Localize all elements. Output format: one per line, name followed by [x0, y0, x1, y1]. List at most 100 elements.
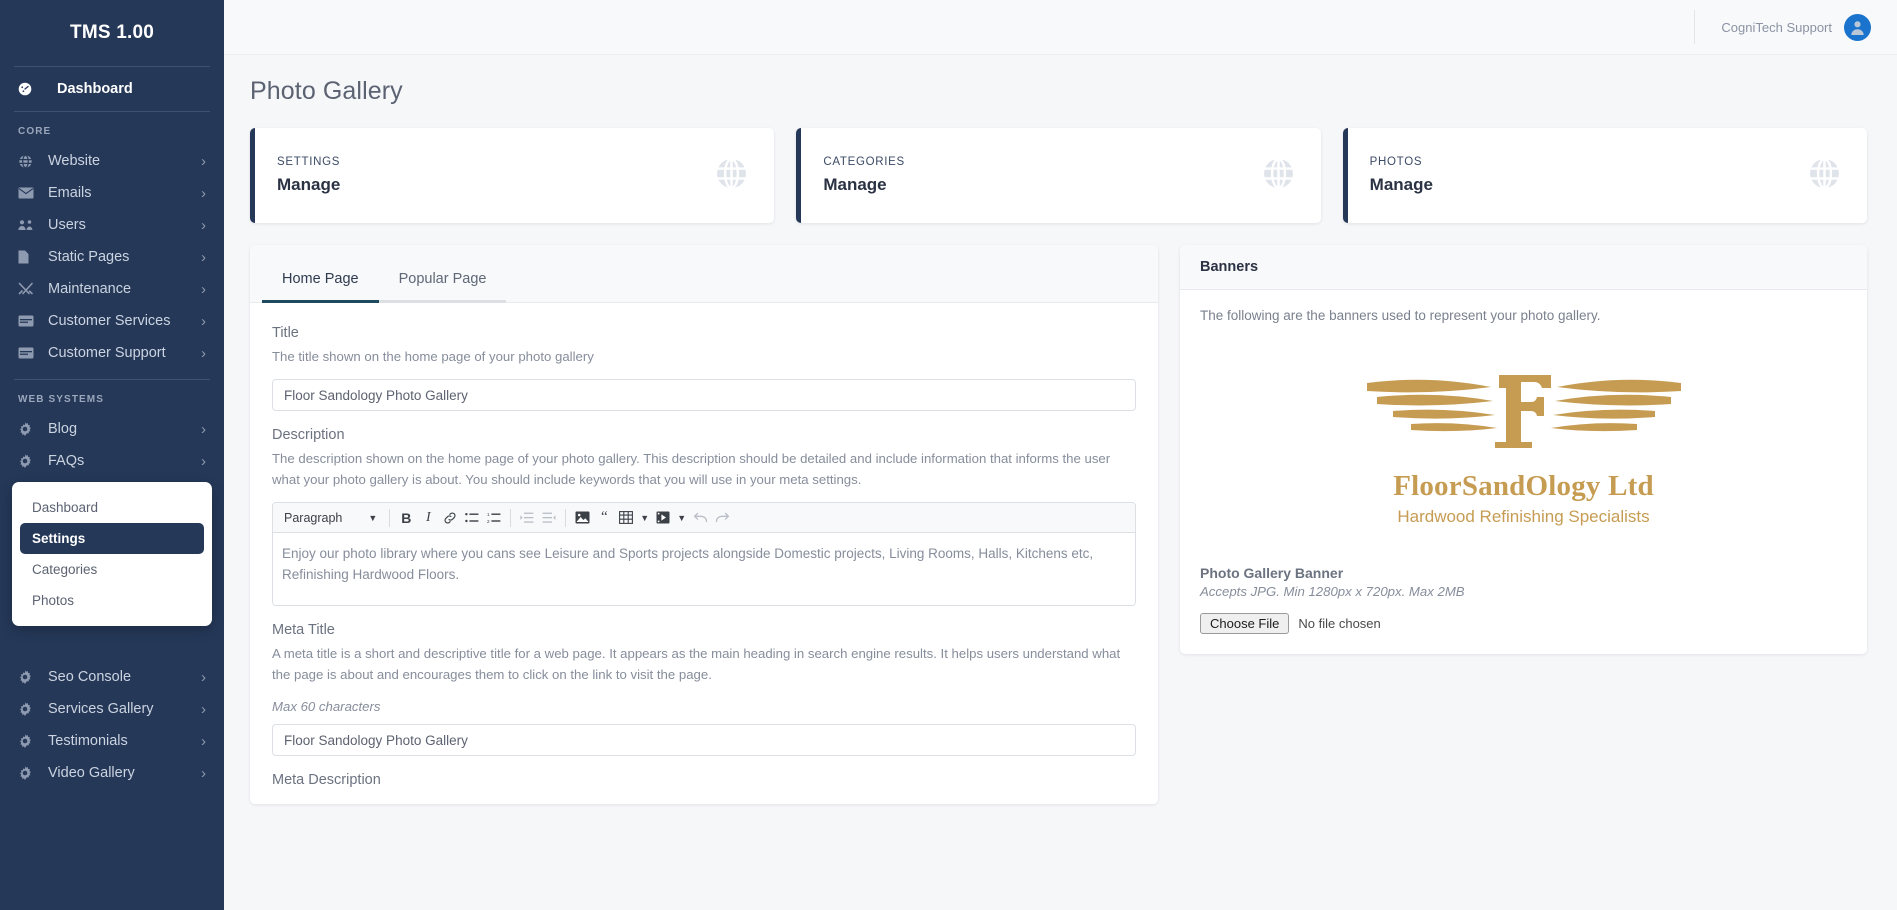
banner-preview-image: FloorSandOlogy Ltd Hardwood Refinishing … [1200, 341, 1847, 547]
sidebar-item-blog[interactable]: Blog › [0, 413, 224, 445]
sidebar-item-video-gallery[interactable]: Video Gallery › [0, 757, 224, 789]
users-icon [18, 219, 38, 231]
tab-bar: Home Page Popular Page [250, 245, 1158, 303]
chevron-right-icon: › [201, 732, 206, 750]
sidebar-label-emails: Emails [48, 185, 92, 201]
chevron-right-icon: › [201, 280, 206, 298]
paragraph-style-select[interactable]: Paragraph ▼ [277, 507, 384, 529]
sidebar-item-static-pages[interactable]: Static Pages › [0, 241, 224, 273]
meta-title-note: Max 60 characters [272, 699, 381, 715]
speedometer-icon [18, 82, 38, 96]
chevron-right-icon: › [201, 420, 206, 438]
card-categories[interactable]: CATEGORIES Manage [796, 128, 1321, 223]
banner-tagline: Hardwood Refinishing Specialists [1397, 507, 1650, 526]
choose-file-button[interactable]: Choose File [1200, 613, 1290, 634]
sidebar-item-seo-console[interactable]: Seo Console › [0, 661, 224, 693]
outdent-icon[interactable] [538, 507, 560, 529]
banners-body: The following are the banners used to re… [1180, 290, 1867, 654]
link-icon[interactable] [439, 507, 461, 529]
submenu-item-photos[interactable]: Photos [20, 585, 204, 616]
blockquote-icon[interactable]: “ [593, 507, 615, 529]
submenu-item-categories[interactable]: Categories [20, 554, 204, 585]
redo-icon[interactable] [711, 507, 733, 529]
globe-icon [18, 154, 38, 169]
stat-cards: SETTINGS Manage CATEGORIES Manage PHOTOS… [250, 128, 1867, 223]
app-root: TMS 1.00 Dashboard CORE Website › Emails… [0, 0, 1897, 910]
gear-icon [18, 422, 38, 436]
globe-icon [715, 157, 748, 195]
sidebar-label-faqs: FAQs [48, 453, 85, 469]
sidebar-label-customer-support: Customer Support [48, 345, 166, 361]
tab-home-page[interactable]: Home Page [262, 245, 379, 303]
sidebar-item-dashboard[interactable]: Dashboard [0, 67, 224, 111]
chevron-right-icon: › [201, 152, 206, 170]
sidebar-item-testimonials[interactable]: Testimonials › [0, 725, 224, 757]
sidebar-item-services-gallery[interactable]: Services Gallery › [0, 693, 224, 725]
window-icon [18, 315, 38, 327]
rich-text-editor: Paragraph ▼ B I 1 2 “ ▼ ▼ Enjoy our phot… [272, 502, 1136, 607]
title-input[interactable] [272, 379, 1136, 412]
card-settings-kicker: SETTINGS [277, 156, 341, 168]
window-icon [18, 347, 38, 359]
avatar[interactable] [1844, 13, 1871, 41]
sidebar-item-customer-services[interactable]: Customer Services › [0, 305, 224, 337]
settings-panel: Home Page Popular Page Title The title s… [250, 245, 1158, 805]
sidebar-label-maintenance: Maintenance [48, 281, 132, 297]
meta-title-input[interactable] [272, 724, 1136, 757]
banners-panel: Banners The following are the banners us… [1180, 245, 1867, 654]
card-categories-value: Manage [823, 175, 887, 194]
numbered-list-icon[interactable]: 12 [483, 507, 505, 529]
winged-f-logo-icon [1366, 375, 1681, 448]
chevron-right-icon: › [201, 764, 206, 782]
sidebar-item-maintenance[interactable]: Maintenance › [0, 273, 224, 305]
sidebar-item-faqs[interactable]: FAQs › [0, 445, 224, 477]
tab-popular-page[interactable]: Popular Page [378, 245, 507, 303]
banner-wordmark: FloorSandOlogy Ltd [1393, 470, 1654, 502]
media-icon[interactable] [652, 507, 674, 529]
sidebar-section-web-systems: WEB SYSTEMS [18, 394, 104, 405]
indent-icon[interactable] [516, 507, 538, 529]
sidebar-dashboard-label: Dashboard [57, 81, 133, 97]
title-label: Title [272, 325, 299, 341]
card-photos[interactable]: PHOTOS Manage [1342, 128, 1867, 223]
toolbar-separator [389, 508, 391, 527]
chevron-right-icon: › [201, 248, 206, 266]
file-upload-row[interactable]: Choose File No file chosen [1200, 613, 1847, 634]
field-description: Description The description shown on the… [272, 427, 1136, 607]
meta-title-help: A meta title is a short and descriptive … [272, 646, 1121, 682]
title-help: The title shown on the home page of your… [272, 349, 594, 364]
table-icon[interactable] [615, 507, 637, 529]
tools-icon [18, 282, 38, 296]
topbar: CogniTech Support [224, 0, 1897, 55]
gear-icon [18, 766, 38, 780]
chevron-down-icon[interactable]: ▼ [674, 513, 689, 523]
sidebar-item-website[interactable]: Website › [0, 145, 224, 177]
sidebar-item-emails[interactable]: Emails › [0, 177, 224, 209]
sidebar-label-seo-console: Seo Console [48, 669, 132, 685]
chevron-down-icon: ▼ [368, 512, 378, 523]
gear-icon [18, 734, 38, 748]
sidebar-item-customer-support[interactable]: Customer Support › [0, 337, 224, 369]
submenu-item-dashboard[interactable]: Dashboard [20, 492, 204, 523]
bold-icon[interactable]: B [395, 507, 417, 529]
sidebar-label-users: Users [48, 217, 86, 233]
sidebar-item-users[interactable]: Users › [0, 209, 224, 241]
chevron-down-icon[interactable]: ▼ [637, 513, 652, 523]
photo-gallery-submenu: Dashboard Settings Categories Photos [12, 482, 212, 626]
card-categories-text: CATEGORIES Manage [823, 156, 905, 195]
chevron-right-icon: › [201, 344, 206, 362]
image-icon[interactable] [571, 507, 593, 529]
sidebar-label-customer-services: Customer Services [48, 313, 171, 329]
bullet-list-icon[interactable] [461, 507, 483, 529]
globe-icon [1808, 157, 1841, 195]
card-settings[interactable]: SETTINGS Manage [250, 128, 775, 223]
meta-title-label: Meta Title [272, 622, 335, 639]
topbar-username: CogniTech Support [1721, 19, 1832, 35]
sidebar-label-blog: Blog [48, 421, 78, 437]
brand-title: TMS 1.00 [70, 22, 154, 43]
italic-icon[interactable]: I [417, 507, 439, 529]
undo-icon[interactable] [689, 507, 711, 529]
editor-content[interactable]: Enjoy our photo library where you cans s… [273, 533, 1135, 606]
gear-icon [18, 702, 38, 716]
submenu-item-settings[interactable]: Settings [20, 523, 204, 554]
